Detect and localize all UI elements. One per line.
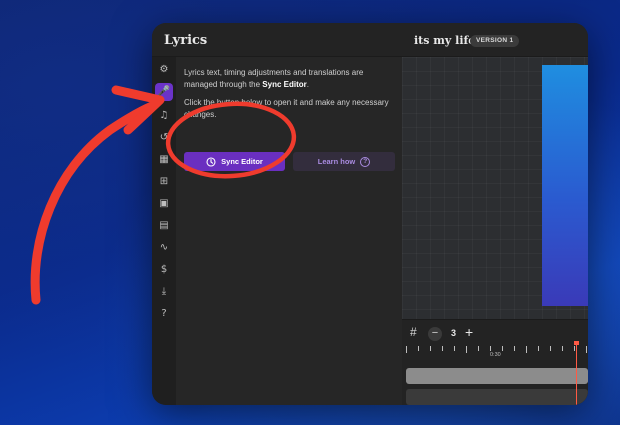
sidebar-rail: ⚙ 🎤 ♫ ↺ ▦ ⊞ ▣ ▤ ∿ $ ⤓? [152, 57, 176, 405]
video-preview-canvas[interactable] [402, 57, 588, 341]
song-title[interactable]: its my life [414, 34, 475, 47]
ruler-tick [490, 346, 491, 351]
playhead[interactable] [576, 342, 577, 405]
sidebar-item-download[interactable]: ⤓ [155, 283, 173, 301]
ruler-tick [430, 346, 431, 351]
audio-track[interactable] [406, 389, 588, 405]
zoom-level: 3 [451, 328, 457, 338]
video-preview[interactable] [542, 65, 588, 306]
help-icon: ? [161, 308, 167, 319]
ruler-tick [562, 346, 563, 351]
panel-instruction: Click the button below to open it and ma… [184, 98, 389, 119]
ruler-tick [586, 346, 587, 353]
sync-editor-button[interactable]: Sync Editor [184, 152, 285, 171]
ruler-tick [442, 346, 443, 351]
ruler-tick [406, 346, 407, 353]
description-suffix: . [306, 79, 309, 89]
version-badge[interactable]: VERSION 1 [470, 35, 520, 47]
image-icon: ▣ [159, 198, 169, 209]
layout-icon: ▦ [159, 154, 169, 165]
lyrics-track[interactable] [406, 368, 588, 384]
ruler-tick [514, 346, 515, 351]
ruler-tick [502, 346, 503, 351]
ruler-tick [538, 346, 539, 351]
ruler-tick [526, 346, 527, 353]
ruler-tick [478, 346, 479, 351]
film-icon: ▤ [159, 220, 169, 231]
ruler-tick [454, 346, 455, 351]
gear-icon: ⚙ [159, 64, 169, 75]
learn-how-button[interactable]: Learn how ? [293, 152, 395, 171]
music-note-icon: ♫ [159, 110, 169, 121]
annotation-arrow [30, 101, 157, 305]
history-icon: ↺ [159, 132, 169, 143]
timeline: # − 3 + 0:30 [402, 319, 588, 405]
download-icon: ⤓ [161, 286, 167, 297]
lyrics-panel: Lyrics text, timing adjustments and tran… [176, 57, 402, 405]
microphone-icon: 🎤 [157, 86, 171, 97]
zoom-in-button[interactable]: + [465, 324, 473, 340]
time-label: 0:30 [490, 352, 501, 358]
sidebar-item-settings[interactable]: ⚙ [155, 61, 173, 79]
text-box-icon: ⊞ [159, 176, 169, 187]
sidebar-item-film[interactable]: ▤ [155, 217, 173, 235]
sidebar-item-image[interactable]: ▣ [155, 195, 173, 213]
description-strong: Sync Editor [262, 79, 307, 89]
panel-description: Lyrics text, timing adjustments and tran… [184, 67, 396, 90]
sidebar-item-credit[interactable]: $ [155, 261, 173, 279]
sidebar-item-waveform[interactable]: ∿ [155, 239, 173, 257]
question-icon: ? [360, 156, 371, 167]
dollar-icon: $ [160, 264, 168, 275]
sidebar-item-music[interactable]: ♫ [155, 107, 173, 125]
ruler-tick [574, 346, 575, 351]
sidebar-item-history[interactable]: ↺ [155, 129, 173, 147]
sidebar-item-help[interactable]: ? [155, 305, 173, 323]
clock-icon [206, 156, 216, 167]
app-title: Lyrics [164, 33, 208, 48]
learn-how-label: Learn how [317, 157, 356, 166]
grid-hash-icon[interactable]: # [410, 325, 417, 339]
sync-editor-label: Sync Editor [221, 157, 263, 166]
sidebar-item-text[interactable]: ⊞ [155, 173, 173, 191]
ruler-tick [418, 346, 419, 351]
ruler-tick [466, 346, 467, 353]
waveform-icon: ∿ [159, 242, 169, 253]
app-window: Lyrics its my life VERSION 1 ⚙ 🎤 ♫ ↺ ▦ ⊞ ▣ ▤ ∿ $ ⤓… [152, 23, 588, 405]
zoom-out-button[interactable]: − [428, 327, 442, 341]
ruler-tick [550, 346, 551, 351]
title-bar: Lyrics its my life VERSION 1 [152, 23, 588, 57]
sidebar-item-layout[interactable]: ▦ [155, 151, 173, 169]
sidebar-item-lyrics[interactable]: 🎤 [155, 83, 173, 101]
